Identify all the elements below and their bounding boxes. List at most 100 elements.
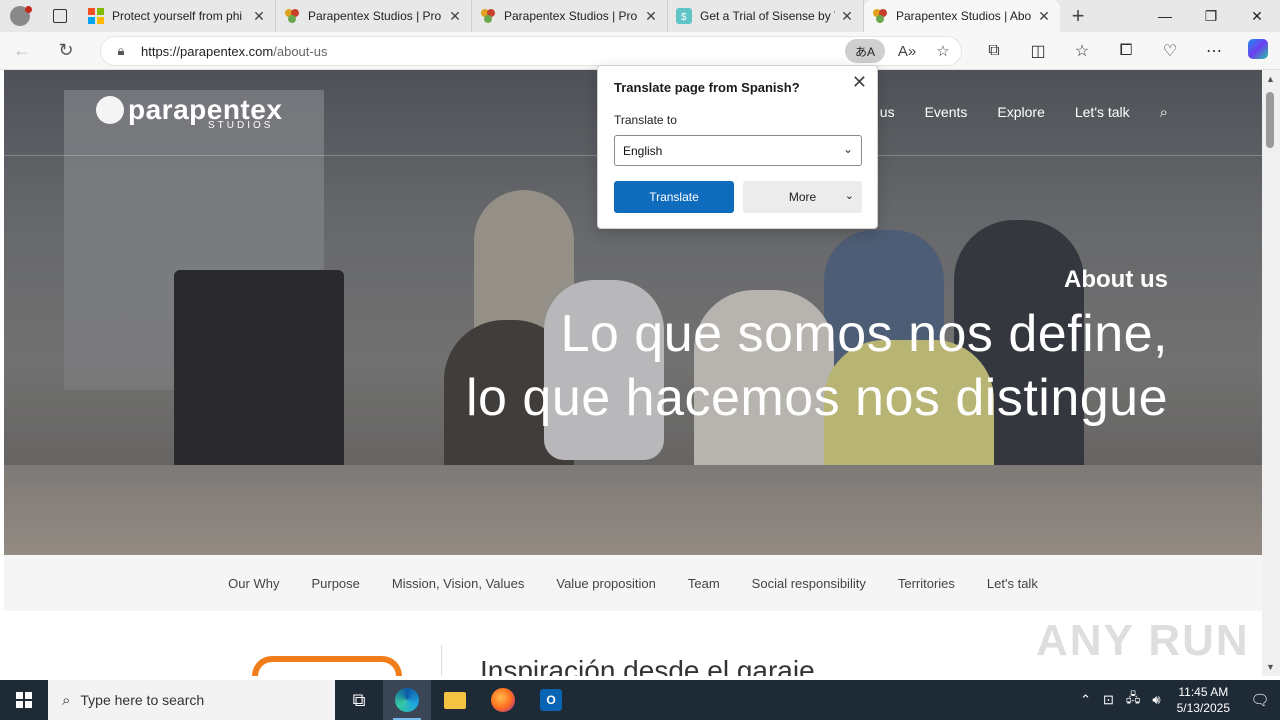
task-view-icon: ⧉ xyxy=(352,689,366,710)
taskbar-search-placeholder: Type here to search xyxy=(80,692,205,708)
folder-icon xyxy=(444,691,466,709)
device-icon[interactable]: ⊡ xyxy=(1103,692,1114,708)
close-tab-icon[interactable]: ✕ xyxy=(643,8,659,25)
scroll-down-icon[interactable]: ▼ xyxy=(1266,662,1275,672)
subnav-social-responsibility[interactable]: Social responsibility xyxy=(752,576,866,591)
back-button[interactable]: ← xyxy=(0,32,44,70)
copilot-icon[interactable] xyxy=(1236,38,1280,64)
performance-icon[interactable]: ♡ xyxy=(1148,41,1192,61)
tab-1[interactable]: Protect yourself from phi ✕ xyxy=(80,0,276,32)
tab-5-active[interactable]: Parapentex Studios | Abo ✕ xyxy=(864,0,1060,32)
scroll-up-icon[interactable]: ▲ xyxy=(1266,74,1275,84)
close-window-icon[interactable]: ✕ xyxy=(1234,0,1280,32)
close-icon[interactable]: ✕ xyxy=(852,72,867,93)
hero-headline-line-1: Lo que somos nos define, xyxy=(560,305,1168,363)
search-icon[interactable]: ⌕ xyxy=(1160,104,1168,121)
logo-sub: STUDIOS xyxy=(208,120,274,131)
read-aloud-icon[interactable]: A» xyxy=(889,43,925,60)
favorites-icon[interactable]: ☆ xyxy=(1060,41,1104,61)
sisense-favicon-icon: $ xyxy=(676,8,692,24)
more-button[interactable]: More ⌄ xyxy=(743,181,862,213)
url-host: https://parapentex.com xyxy=(141,43,274,59)
split-screen-icon[interactable]: ◫ xyxy=(1016,41,1060,61)
address-bar[interactable]: 🔒︎ https://parapentex.com/about-us あA A»… xyxy=(100,36,962,66)
subnav-territories[interactable]: Territories xyxy=(898,576,955,591)
lock-icon[interactable]: 🔒︎ xyxy=(101,43,141,59)
system-tray: ⌃ ⊡ 🖧︎ 🔊︎ 11:45 AM 5/13/2025 🗨︎ xyxy=(1074,680,1280,720)
hero-text: About us Lo que somos nos define, lo que… xyxy=(466,266,1168,430)
refresh-button[interactable]: ↻ xyxy=(44,32,88,70)
chevron-up-icon[interactable]: ⌃ xyxy=(1080,692,1091,708)
close-tab-icon[interactable]: ✕ xyxy=(839,8,855,25)
scroll-thumb[interactable] xyxy=(1266,92,1274,148)
subnav-lets-talk[interactable]: Let's talk xyxy=(987,576,1038,591)
orange-badge-shape xyxy=(252,656,402,676)
svg-text:$: $ xyxy=(681,12,687,23)
tab-actions-icon xyxy=(53,9,67,23)
start-button[interactable] xyxy=(0,680,48,720)
menu-lets-talk[interactable]: Let's talk xyxy=(1075,104,1130,121)
parapentex-favicon-icon xyxy=(285,9,299,23)
minimize-icon[interactable]: — xyxy=(1142,0,1188,32)
section-divider xyxy=(441,645,442,676)
parapentex-favicon-icon xyxy=(481,9,495,23)
url-text[interactable]: https://parapentex.com/about-us xyxy=(141,44,845,59)
tab-title: Parapentex Studios | Pro xyxy=(504,9,638,23)
site-menu: t us Events Explore Let's talk ⌕ xyxy=(872,104,1198,121)
volume-icon[interactable]: 🔊︎ xyxy=(1152,692,1160,708)
section-subnav: Our Why Purpose Mission, Vision, Values … xyxy=(4,555,1262,611)
tab-3[interactable]: Parapentex Studios | Pro ✕ xyxy=(472,0,668,32)
edge-icon xyxy=(395,688,419,712)
network-icon[interactable]: 🖧︎ xyxy=(1126,689,1141,711)
tab-4[interactable]: $ Get a Trial of Sisense by T ✕ xyxy=(668,0,864,32)
tab-actions-button[interactable] xyxy=(40,0,80,32)
clock-date: 5/13/2025 xyxy=(1176,701,1230,715)
subnav-mission-vision-values[interactable]: Mission, Vision, Values xyxy=(392,576,524,591)
translate-popup: Translate page from Spanish? ✕ Translate… xyxy=(597,65,878,229)
taskbar-edge[interactable] xyxy=(383,680,431,720)
tab-title: Protect yourself from phi xyxy=(112,9,243,23)
settings-more-icon[interactable]: ⋯ xyxy=(1192,41,1236,61)
profile-button[interactable] xyxy=(0,0,40,32)
window-controls: — ❐ ✕ xyxy=(1142,0,1280,32)
chevron-down-icon: ⌄ xyxy=(842,142,853,156)
subnav-team[interactable]: Team xyxy=(688,576,720,591)
notification-icon[interactable]: 🗨︎ xyxy=(1240,691,1280,709)
extensions-icon[interactable]: ⧉ xyxy=(972,42,1016,60)
translate-popup-title: Translate page from Spanish? xyxy=(614,80,800,95)
language-selected-value: English xyxy=(623,143,663,158)
firefox-icon xyxy=(491,688,515,712)
taskbar-clock[interactable]: 11:45 AM 5/13/2025 xyxy=(1177,684,1230,716)
translate-button[interactable]: Translate xyxy=(614,181,734,213)
translate-icon[interactable]: あA xyxy=(845,39,885,63)
favorite-star-icon[interactable]: ☆ xyxy=(925,42,961,60)
language-select[interactable]: English ⌄ xyxy=(614,135,862,166)
restore-icon[interactable]: ❐ xyxy=(1188,0,1234,32)
translate-to-label: Translate to xyxy=(614,113,677,127)
subnav-purpose[interactable]: Purpose xyxy=(311,576,359,591)
new-tab-button[interactable]: + xyxy=(1060,3,1096,29)
profile-alert-dot xyxy=(25,6,32,13)
windows-logo-icon xyxy=(16,692,32,708)
browser-tools: ⧉ ◫ ☆ ⧠ ♡ ⋯ xyxy=(972,32,1280,70)
close-tab-icon[interactable]: ✕ xyxy=(447,8,463,25)
close-tab-icon[interactable]: ✕ xyxy=(251,8,267,25)
tab-title: Parapentex Studios | Pro xyxy=(308,9,442,23)
microsoft-logo-icon xyxy=(88,8,104,24)
section-heading: Inspiración desde el garaje xyxy=(480,655,815,676)
subnav-our-why[interactable]: Our Why xyxy=(228,576,279,591)
taskbar-search-box[interactable]: ⌕ Type here to search xyxy=(48,680,335,720)
taskbar-outlook[interactable]: O xyxy=(527,680,575,720)
taskbar-firefox[interactable] xyxy=(479,680,527,720)
parapentex-favicon-icon xyxy=(873,9,887,23)
page-scrollbar[interactable]: ▲ ▼ xyxy=(1262,70,1280,676)
collections-icon[interactable]: ⧠ xyxy=(1104,42,1148,60)
menu-events[interactable]: Events xyxy=(925,104,968,121)
subnav-value-proposition[interactable]: Value proposition xyxy=(556,576,656,591)
menu-explore[interactable]: Explore xyxy=(997,104,1044,121)
close-tab-icon[interactable]: ✕ xyxy=(1036,8,1052,25)
task-view-button[interactable]: ⧉ xyxy=(335,680,383,720)
hero-headline-line-2: lo que hacemos nos distingue xyxy=(465,369,1168,427)
taskbar-file-explorer[interactable] xyxy=(431,680,479,720)
tab-2[interactable]: Parapentex Studios | Pro ✕ xyxy=(276,0,472,32)
